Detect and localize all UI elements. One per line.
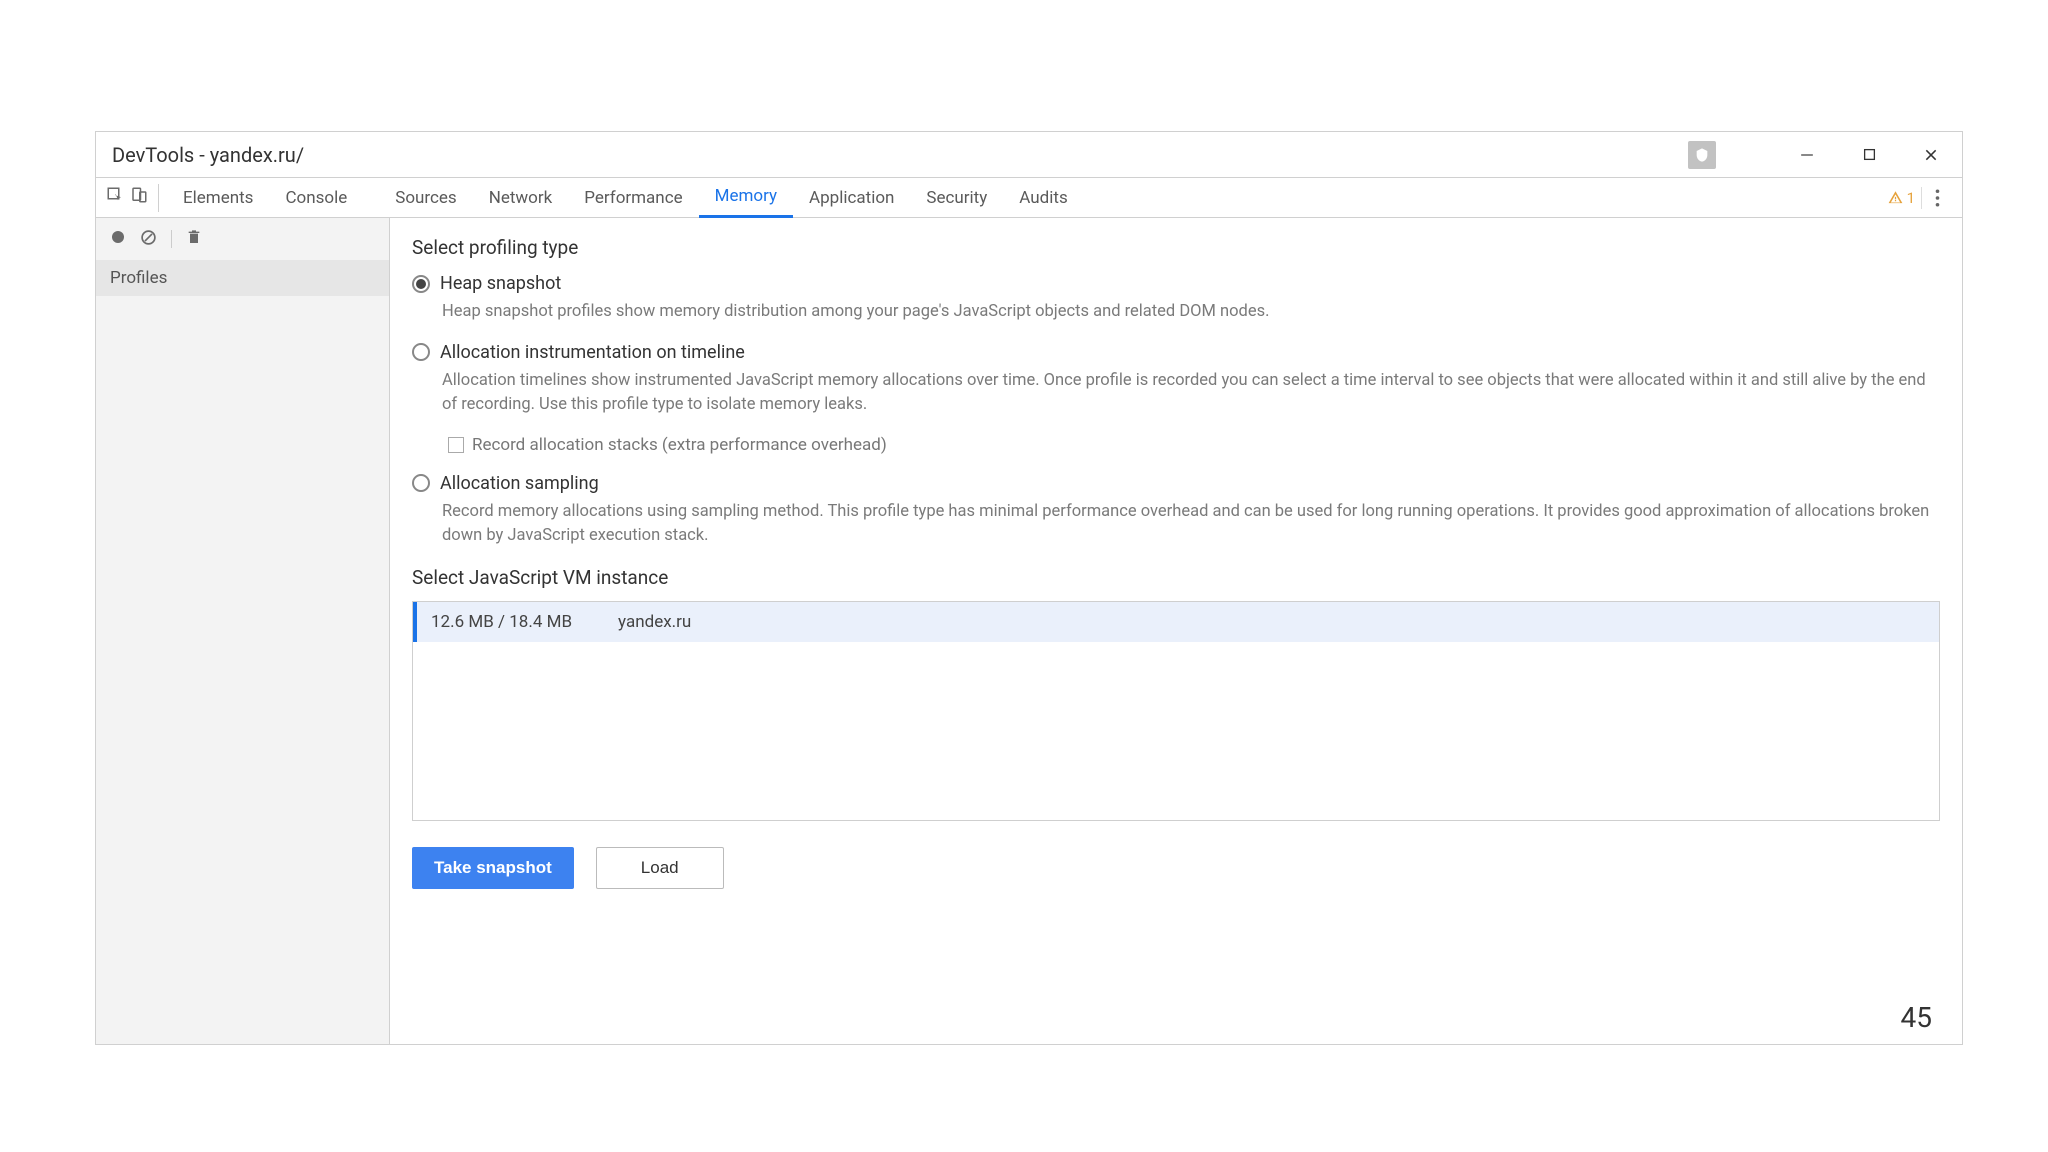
radio-icon: [412, 474, 430, 492]
radio-allocation-timeline[interactable]: Allocation instrumentation on timeline: [412, 342, 1940, 363]
checkbox-icon: [448, 437, 464, 453]
main-panel: Select profiling type Heap snapshot Heap…: [390, 218, 1962, 1044]
select-vm-title: Select JavaScript VM instance: [412, 566, 1940, 589]
tab-audits[interactable]: Audits: [1003, 178, 1083, 218]
radio-label: Allocation instrumentation on timeline: [440, 342, 745, 363]
radio-label: Heap snapshot: [440, 273, 561, 294]
panel-body: Profiles Select profiling type Heap snap…: [96, 218, 1962, 1044]
take-snapshot-button[interactable]: Take snapshot: [412, 847, 574, 889]
warning-badge[interactable]: 1: [1888, 187, 1922, 209]
allocation-timeline-desc: Allocation timelines show instrumented J…: [442, 369, 1940, 417]
page-number: 45: [1901, 1001, 1932, 1034]
load-button[interactable]: Load: [596, 847, 724, 889]
devtools-tabs: Elements Console Sources Network Perform…: [96, 178, 1962, 218]
allocation-sampling-desc: Record memory allocations using sampling…: [442, 500, 1940, 548]
sidebar-profiles-section[interactable]: Profiles: [96, 260, 389, 296]
more-options-icon[interactable]: [1922, 189, 1952, 207]
warning-count: 1: [1907, 189, 1915, 207]
close-button[interactable]: [1900, 132, 1962, 178]
minimize-button[interactable]: [1776, 132, 1838, 178]
radio-heap-snapshot[interactable]: Heap snapshot: [412, 273, 1940, 294]
tab-security[interactable]: Security: [910, 178, 1003, 218]
vm-size: 12.6 MB / 18.4 MB: [431, 612, 572, 632]
record-icon[interactable]: [110, 229, 126, 249]
vm-instance-list: 12.6 MB / 18.4 MB yandex.ru: [412, 601, 1940, 821]
tab-console[interactable]: Console: [269, 178, 363, 218]
sidebar: Profiles: [96, 218, 390, 1044]
tab-performance[interactable]: Performance: [568, 178, 698, 218]
inspect-tools: [106, 184, 159, 212]
maximize-button[interactable]: [1838, 132, 1900, 178]
vm-name: yandex.ru: [618, 612, 691, 632]
select-profiling-title: Select profiling type: [412, 236, 1940, 259]
window-title: DevTools - yandex.ru/: [112, 143, 1688, 167]
clear-icon[interactable]: [140, 229, 157, 250]
tab-elements[interactable]: Elements: [167, 178, 269, 218]
tab-network[interactable]: Network: [473, 178, 569, 218]
device-toolbar-icon[interactable]: [130, 186, 148, 209]
radio-icon: [412, 275, 430, 293]
tab-sources[interactable]: Sources: [379, 178, 472, 218]
radio-label: Allocation sampling: [440, 473, 599, 494]
radio-icon: [412, 343, 430, 361]
browser-shield-icon[interactable]: [1688, 141, 1716, 169]
action-buttons: Take snapshot Load: [412, 847, 1940, 889]
toolbar-divider: [171, 230, 172, 248]
tab-memory[interactable]: Memory: [699, 178, 793, 218]
vm-instance-row[interactable]: 12.6 MB / 18.4 MB yandex.ru: [413, 602, 1939, 642]
titlebar: DevTools - yandex.ru/: [96, 132, 1962, 178]
sidebar-toolbar: [96, 218, 389, 260]
record-allocation-stacks-checkbox[interactable]: Record allocation stacks (extra performa…: [448, 435, 1940, 455]
radio-allocation-sampling[interactable]: Allocation sampling: [412, 473, 1940, 494]
tab-application[interactable]: Application: [793, 178, 910, 218]
inspect-element-icon[interactable]: [106, 186, 124, 209]
heap-snapshot-desc: Heap snapshot profiles show memory distr…: [442, 300, 1940, 324]
titlebar-controls: [1688, 132, 1962, 178]
trash-icon[interactable]: [186, 228, 202, 250]
checkbox-label: Record allocation stacks (extra performa…: [472, 435, 887, 455]
devtools-window: DevTools - yandex.ru/ Elemen: [95, 131, 1963, 1045]
